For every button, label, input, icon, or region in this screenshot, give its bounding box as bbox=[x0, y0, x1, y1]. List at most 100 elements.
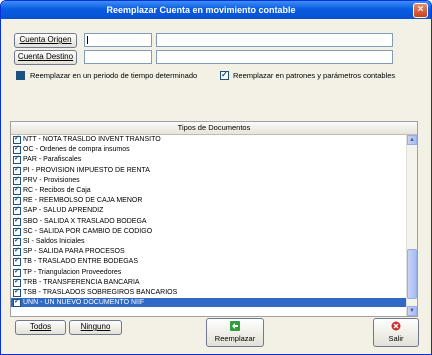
ninguno-button[interactable]: Ninguno bbox=[69, 320, 122, 335]
document-types-header[interactable]: Tipos de Documentos bbox=[11, 122, 417, 135]
check-icon: ✓ bbox=[14, 237, 20, 244]
check-icon: ✓ bbox=[14, 196, 20, 204]
check-icon: ✓ bbox=[14, 226, 20, 234]
window-title: Reemplazar Cuenta en movimiento contable bbox=[106, 5, 296, 15]
document-types-panel: Tipos de Documentos ✓ NTT - NOTA TRASLDO … bbox=[10, 121, 418, 317]
cuenta-origen-description-field[interactable] bbox=[156, 33, 393, 47]
document-type-label: OC - Ordenes de compra insumos bbox=[23, 146, 130, 154]
document-type-row[interactable]: ✓ PRV - Provisiones bbox=[11, 176, 407, 185]
check-icon: ✓ bbox=[14, 175, 20, 183]
document-type-row[interactable]: ✓ SP - SALIDA PARA PROCESOS bbox=[11, 247, 407, 257]
document-types-list: ✓ NTT - NOTA TRASLDO INVENT TRANSITO ✓ OC -… bbox=[11, 135, 407, 316]
document-type-row[interactable]: ✓ PI - PROVISION IMPUESTO DE RENTA bbox=[11, 166, 407, 175]
document-type-label: SC - SALIDA POR CAMBIO DE CODIGO bbox=[23, 227, 153, 235]
dialog-window: Reemplazar Cuenta en movimiento contable… bbox=[0, 0, 432, 355]
cuenta-destino-label: Cuenta Destino bbox=[17, 52, 74, 61]
check-icon: ✓ bbox=[14, 247, 20, 255]
exit-icon bbox=[391, 321, 401, 331]
document-type-label: SBO - SALIDA X TRASLADO BODEGA bbox=[23, 217, 147, 225]
check-icon: ✓ bbox=[14, 206, 20, 214]
document-type-label: SI - Saldos Iniciales bbox=[23, 238, 85, 245]
check-icon: ✓ bbox=[14, 277, 20, 285]
document-type-label: PAR - Parafiscales bbox=[23, 156, 82, 164]
document-type-label: SP - SALIDA PARA PROCESOS bbox=[23, 248, 125, 256]
scroll-thumb[interactable] bbox=[407, 249, 417, 299]
patterns-checkbox[interactable]: ✓ bbox=[220, 70, 229, 80]
salir-label: Salir bbox=[388, 334, 404, 343]
cuenta-origen-button[interactable]: Cuenta Origen bbox=[14, 33, 77, 48]
document-type-checkbox[interactable]: ✓ bbox=[13, 226, 21, 236]
todos-label: Todos bbox=[29, 322, 52, 331]
document-type-checkbox[interactable]: ✓ bbox=[13, 135, 21, 144]
document-type-row[interactable]: ✓ TRB - TRANSFERENCIA BANCARIA bbox=[11, 278, 407, 287]
document-type-checkbox[interactable]: ✓ bbox=[13, 155, 21, 165]
document-type-label: RE - REEMBOLSO DE CAJA MENOR bbox=[23, 197, 143, 205]
document-type-checkbox[interactable]: ✓ bbox=[13, 145, 21, 155]
document-type-checkbox[interactable]: ✓ bbox=[13, 196, 21, 206]
cuenta-destino-description-field[interactable] bbox=[156, 50, 393, 64]
cuenta-destino-code-field[interactable] bbox=[84, 50, 152, 64]
todos-button[interactable]: Todos bbox=[15, 320, 66, 335]
close-icon: × bbox=[417, 4, 424, 15]
document-type-row[interactable]: ✓ OC - Ordenes de compra insumos bbox=[11, 145, 407, 155]
document-type-label: TRB - TRANSFERENCIA BANCARIA bbox=[23, 278, 140, 286]
document-type-row[interactable]: ✓ NTT - NOTA TRASLDO INVENT TRANSITO bbox=[11, 135, 407, 144]
reemplazar-icon bbox=[230, 321, 240, 331]
period-checkbox[interactable] bbox=[16, 71, 25, 80]
scroll-up-icon: ▲ bbox=[409, 137, 415, 143]
document-type-checkbox[interactable]: ✓ bbox=[13, 206, 21, 216]
cuenta-origen-code-field[interactable] bbox=[84, 33, 152, 47]
check-icon: ✓ bbox=[14, 165, 20, 173]
document-type-label: PI - PROVISION IMPUESTO DE RENTA bbox=[23, 166, 150, 174]
document-type-row[interactable]: ✓ UNN - UN NUEVO DOCUMENTO NIIF bbox=[11, 298, 407, 308]
document-type-checkbox[interactable]: ✓ bbox=[13, 175, 21, 185]
check-icon: ✓ bbox=[14, 145, 20, 153]
vertical-scrollbar[interactable]: ▲ ▼ bbox=[406, 135, 417, 316]
cuenta-destino-button[interactable]: Cuenta Destino bbox=[14, 50, 77, 65]
close-button[interactable]: × bbox=[413, 3, 428, 18]
document-type-checkbox[interactable]: ✓ bbox=[13, 216, 21, 226]
cuenta-origen-label: Cuenta Origen bbox=[19, 35, 72, 44]
document-type-label: TB - TRASLADO ENTRE BODEGAS bbox=[23, 258, 139, 266]
check-icon: ✓ bbox=[14, 135, 20, 142]
document-type-label: SAP - SALUD APRENDIZ bbox=[23, 207, 104, 215]
check-icon: ✓ bbox=[14, 267, 20, 275]
document-type-row[interactable]: ✓ RC - Recibos de Caja bbox=[11, 186, 407, 195]
document-type-row[interactable]: ✓ SBO - SALIDA X TRASLADO BODEGA bbox=[11, 217, 407, 226]
check-icon: ✓ bbox=[14, 216, 20, 224]
check-icon: ✓ bbox=[14, 257, 20, 265]
document-type-checkbox[interactable]: ✓ bbox=[13, 237, 21, 246]
document-type-row[interactable]: ✓ RE - REEMBOLSO DE CAJA MENOR bbox=[11, 196, 407, 206]
patterns-label: Reemplazar en patrones y parámetros cont… bbox=[233, 71, 396, 80]
check-icon: ✓ bbox=[221, 70, 228, 79]
document-type-row[interactable]: ✓ TP - Triangulacion Proveedores bbox=[11, 268, 407, 277]
check-icon: ✓ bbox=[14, 298, 20, 306]
document-type-checkbox[interactable]: ✓ bbox=[13, 277, 21, 287]
document-type-row[interactable]: ✓ TB - TRASLADO ENTRE BODEGAS bbox=[11, 257, 407, 267]
document-type-row[interactable]: ✓ TSB - TRASLADOS SOBREGIROS BANCARIOS bbox=[11, 288, 407, 297]
document-type-label: UNN - UN NUEVO DOCUMENTO NIIF bbox=[23, 299, 145, 307]
salir-button[interactable]: Salir bbox=[373, 318, 419, 347]
reemplazar-button[interactable]: Reemplazar bbox=[206, 318, 264, 347]
scroll-down-button[interactable]: ▼ bbox=[407, 306, 417, 316]
scroll-down-icon: ▼ bbox=[409, 308, 415, 314]
document-type-row[interactable]: ✓ SC - SALIDA POR CAMBIO DE CODIGO bbox=[11, 227, 407, 236]
scroll-up-button[interactable]: ▲ bbox=[407, 135, 417, 145]
check-icon: ✓ bbox=[14, 155, 20, 163]
document-type-checkbox[interactable]: ✓ bbox=[13, 288, 21, 297]
check-icon: ✓ bbox=[14, 288, 20, 295]
document-type-checkbox[interactable]: ✓ bbox=[13, 298, 21, 308]
reemplazar-label: Reemplazar bbox=[214, 334, 256, 343]
document-type-row[interactable]: ✓ PAR - Parafiscales bbox=[11, 155, 407, 165]
document-type-label: PRV - Provisiones bbox=[23, 176, 80, 184]
document-type-checkbox[interactable]: ✓ bbox=[13, 247, 21, 257]
document-type-row[interactable]: ✓ SAP - SALUD APRENDIZ bbox=[11, 206, 407, 216]
document-type-checkbox[interactable]: ✓ bbox=[13, 186, 21, 195]
title-bar[interactable]: Reemplazar Cuenta en movimiento contable… bbox=[1, 1, 431, 19]
document-type-label: RC - Recibos de Caja bbox=[23, 187, 91, 194]
document-type-checkbox[interactable]: ✓ bbox=[13, 257, 21, 267]
document-type-checkbox[interactable]: ✓ bbox=[13, 267, 21, 277]
document-type-row[interactable]: ✓ SI - Saldos Iniciales bbox=[11, 237, 407, 246]
check-icon: ✓ bbox=[14, 186, 20, 193]
document-type-checkbox[interactable]: ✓ bbox=[13, 165, 21, 175]
